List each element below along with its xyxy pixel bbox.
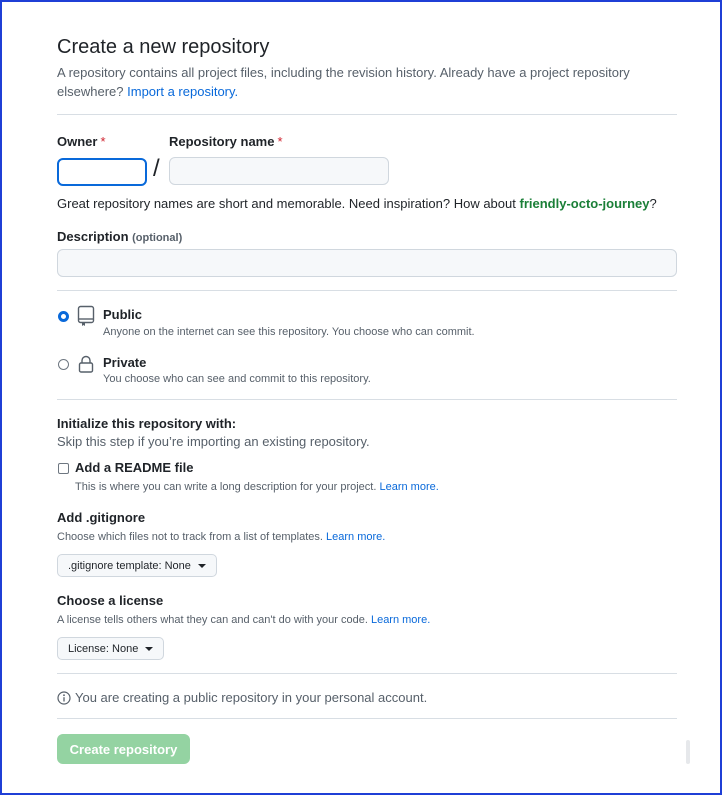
owner-label: Owner * — [57, 134, 106, 149]
name-hint-suffix: ? — [649, 196, 657, 211]
scrollbar-thumb[interactable] — [686, 740, 690, 764]
description-input[interactable] — [57, 249, 677, 277]
owner-repo-separator: / — [153, 155, 160, 182]
name-hint-text: Great repository names are short and mem… — [57, 196, 516, 211]
public-option-description: Anyone on the internet can see this repo… — [103, 326, 475, 338]
gitignore-template-dropdown[interactable]: .gitignore template: None — [57, 554, 217, 577]
divider — [57, 290, 677, 291]
readme-description-text: This is where you can write a long descr… — [75, 481, 377, 493]
license-heading: Choose a license — [57, 593, 164, 608]
divider — [57, 114, 677, 115]
gitignore-dropdown-label: .gitignore template: None — [68, 559, 191, 572]
private-radio[interactable] — [58, 359, 69, 370]
gitignore-description: Choose which files not to track from a l… — [57, 531, 385, 543]
divider — [57, 718, 677, 719]
import-repository-link[interactable]: Import a repository. — [127, 84, 238, 99]
private-option-title: Private — [103, 355, 147, 370]
license-description-text: A license tells others what they can and… — [57, 614, 368, 626]
divider — [57, 399, 677, 400]
create-repository-button[interactable]: Create repository — [57, 734, 190, 764]
visibility-notice: You are creating a public repository in … — [57, 690, 427, 705]
description-label-text: Description — [57, 229, 129, 244]
license-learn-more-link[interactable]: Learn more. — [371, 614, 430, 626]
name-suggestion-link[interactable]: friendly-octo-journey — [519, 196, 649, 211]
add-readme-label[interactable]: Add a README file — [75, 460, 193, 475]
gitignore-learn-more-link[interactable]: Learn more. — [326, 531, 385, 543]
page-title: Create a new repository — [57, 36, 270, 58]
name-hint: Great repository names are short and mem… — [57, 196, 657, 211]
repository-name-label: Repository name * — [169, 134, 283, 149]
lock-icon — [78, 355, 94, 373]
optional-marker: (optional) — [132, 232, 183, 244]
public-option-title: Public — [103, 307, 143, 322]
owner-label-text: Owner — [57, 134, 98, 149]
license-description: A license tells others what they can and… — [57, 614, 430, 626]
initialize-subheading: Skip this step if you’re importing an ex… — [57, 434, 370, 449]
divider — [57, 673, 677, 674]
info-icon — [57, 690, 71, 705]
license-dropdown[interactable]: License: None — [57, 637, 165, 660]
initialize-heading: Initialize this repository with: — [57, 416, 237, 431]
caret-down-icon — [197, 563, 206, 568]
repository-name-input[interactable] — [169, 157, 389, 185]
private-option-description: You choose who can see and commit to thi… — [103, 373, 371, 385]
required-marker: * — [100, 134, 106, 149]
gitignore-description-text: Choose which files not to track from a l… — [57, 531, 323, 543]
repo-icon — [77, 305, 95, 326]
page-subtitle: A repository contains all project files,… — [57, 63, 667, 101]
owner-select[interactable] — [57, 158, 147, 186]
required-marker: * — [277, 134, 283, 149]
description-label: Description (optional) — [57, 229, 182, 244]
readme-learn-more-link[interactable]: Learn more. — [379, 481, 438, 493]
caret-down-icon — [145, 646, 154, 651]
public-radio[interactable] — [58, 311, 69, 322]
window-frame — [0, 0, 722, 795]
repository-name-label-text: Repository name — [169, 134, 275, 149]
visibility-notice-text: You are creating a public repository in … — [75, 690, 428, 705]
gitignore-heading: Add .gitignore — [57, 510, 146, 525]
readme-description: This is where you can write a long descr… — [75, 481, 439, 493]
add-readme-checkbox[interactable] — [58, 463, 69, 474]
license-dropdown-label: License: None — [68, 642, 139, 655]
